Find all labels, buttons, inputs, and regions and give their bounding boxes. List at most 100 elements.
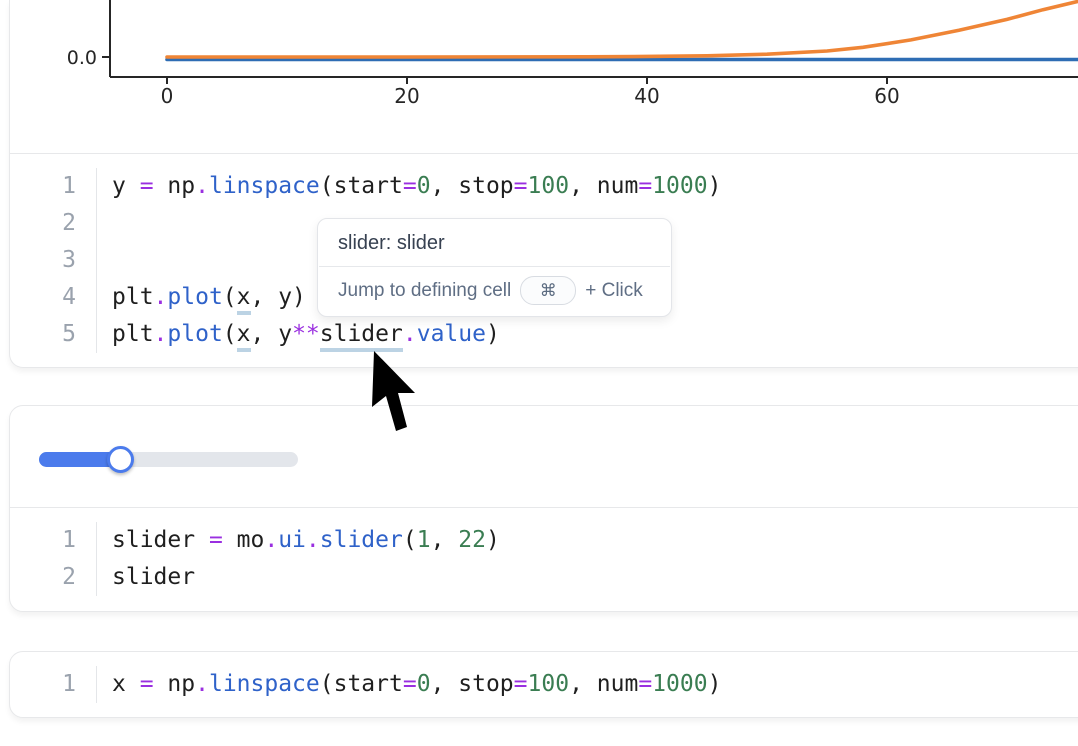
code-token: )	[486, 527, 500, 553]
code-token: 100	[528, 671, 570, 697]
variable-tooltip: slider: slider Jump to defining cell ⌘ +…	[317, 218, 672, 317]
code-token: np	[154, 671, 196, 697]
code-token: slider	[112, 564, 195, 590]
code-token: plot	[167, 321, 222, 347]
slider-thumb[interactable]	[107, 446, 134, 473]
code-text: x = np.linspace(start=0, stop=100, num=1…	[97, 666, 721, 703]
code-token: =	[403, 671, 417, 697]
code-token: 1000	[652, 671, 707, 697]
code-token: (start	[320, 173, 403, 199]
x-cell: 1x = np.linspace(start=0, stop=100, num=…	[9, 651, 1078, 718]
code-text: plt.plot(x, y)	[97, 279, 306, 316]
svg-text:0.0: 0.0	[67, 47, 97, 69]
code-token: , stop	[431, 671, 514, 697]
code-token: linspace	[209, 671, 320, 697]
code-token: =	[140, 173, 154, 199]
code-line[interactable]: 1x = np.linspace(start=0, stop=100, num=…	[10, 666, 1078, 703]
code-token: =	[209, 527, 223, 553]
notebook-screen: 0.00204060 1y = np.linspace(start=0, sto…	[0, 0, 1078, 746]
code-line[interactable]: 5plt.plot(x, y**slider.value)	[10, 316, 1078, 353]
code-token: =	[403, 173, 417, 199]
code-token: linspace	[209, 173, 320, 199]
code-token: np	[154, 173, 196, 199]
code-text	[97, 205, 126, 242]
line-number: 1	[10, 522, 97, 559]
code-token: (	[403, 527, 417, 553]
code-token: =	[514, 671, 528, 697]
code-line[interactable]: 2 slider	[10, 559, 1078, 596]
code-text: slider = mo.ui.slider(1, 22)	[97, 522, 500, 559]
code-token: plt	[112, 321, 154, 347]
code-token: =	[514, 173, 528, 199]
code-token: y	[112, 173, 140, 199]
code-token: (start	[320, 671, 403, 697]
code-token: .	[195, 173, 209, 199]
code-text: slider	[97, 559, 195, 596]
code-token: ,	[431, 527, 459, 553]
chart-output: 0.0 0 20 40 60	[10, 0, 1078, 153]
line-chart: 0.0 0 20 40 60	[10, 0, 1078, 153]
slider-track[interactable]	[39, 452, 298, 467]
mouse-cursor-icon	[372, 351, 422, 436]
code-token: 22	[458, 527, 486, 553]
code-token: .	[264, 527, 278, 553]
svg-text:0: 0	[161, 84, 174, 108]
code-token: )	[708, 173, 722, 199]
line-number: 5	[10, 316, 97, 353]
code-token: 100	[528, 173, 570, 199]
slider-cell: 1slider = mo.ui.slider(1, 22)2slider	[9, 405, 1078, 612]
code-editor-slider[interactable]: 1slider = mo.ui.slider(1, 22)2slider	[10, 508, 1078, 609]
tooltip-action-label: Jump to defining cell	[338, 280, 511, 302]
code-token: ui	[278, 527, 306, 553]
code-token: value	[417, 321, 486, 347]
code-token: , num	[569, 173, 638, 199]
line-number: 1	[10, 168, 97, 205]
code-line[interactable]: 1y = np.linspace(start=0, stop=100, num=…	[10, 168, 1078, 205]
svg-text:40: 40	[634, 84, 659, 108]
svg-text:20: 20	[394, 84, 419, 108]
variable-reference[interactable]: slider	[320, 321, 403, 352]
line-number: 4	[10, 279, 97, 316]
code-token: **	[292, 321, 320, 347]
code-editor-x[interactable]: 1x = np.linspace(start=0, stop=100, num=…	[10, 652, 1078, 716]
code-token: =	[638, 173, 652, 199]
code-token: .	[154, 321, 168, 347]
code-token: .	[403, 321, 417, 347]
svg-text:60: 60	[874, 84, 899, 108]
variable-reference[interactable]: x	[237, 321, 251, 352]
code-token: (	[223, 321, 237, 347]
code-token: slider	[320, 527, 403, 553]
code-token: , num	[569, 671, 638, 697]
code-token: 1	[417, 527, 431, 553]
line-number: 2	[10, 205, 97, 242]
tooltip-title: slider: slider	[318, 219, 671, 266]
code-token: (	[223, 284, 237, 310]
code-token: )	[708, 671, 722, 697]
line-number: 3	[10, 242, 97, 279]
line-number: 1	[10, 666, 97, 703]
code-token: x	[112, 671, 140, 697]
code-token: 1000	[652, 173, 707, 199]
variable-reference[interactable]: x	[237, 284, 251, 315]
code-token: 0	[417, 671, 431, 697]
code-token: , y)	[251, 284, 306, 310]
code-token: plot	[167, 284, 222, 310]
code-token: mo	[223, 527, 265, 553]
code-text: y = np.linspace(start=0, stop=100, num=1…	[97, 168, 721, 205]
code-token: .	[154, 284, 168, 310]
code-token: =	[638, 671, 652, 697]
code-text: plt.plot(x, y**slider.value)	[97, 316, 500, 353]
code-text	[97, 242, 126, 279]
code-token: )	[486, 321, 500, 347]
command-key-kbd: ⌘	[520, 276, 576, 305]
code-token: , y	[251, 321, 293, 347]
tooltip-click-suffix: + Click	[585, 280, 643, 302]
command-icon: ⌘	[540, 281, 557, 301]
code-token: 0	[417, 173, 431, 199]
code-token: =	[140, 671, 154, 697]
code-token: , stop	[431, 173, 514, 199]
line-number: 2	[10, 559, 97, 596]
slider-output	[10, 406, 1078, 507]
code-line[interactable]: 1slider = mo.ui.slider(1, 22)	[10, 522, 1078, 559]
code-token: slider	[112, 527, 209, 553]
